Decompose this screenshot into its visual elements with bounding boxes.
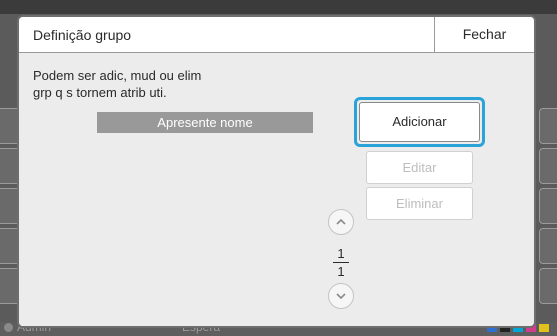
current-page: 1 (337, 246, 345, 261)
background-button (539, 108, 557, 144)
page-indicator: 1 1 (327, 246, 355, 279)
background-button (539, 268, 557, 304)
dialog-title: Definição grupo (33, 27, 132, 43)
description-line: Podem ser adic, mud ou elim (33, 68, 202, 83)
background-button (539, 188, 557, 224)
dialog-header: Definição grupo Fechar (19, 17, 534, 53)
chevron-down-icon (336, 293, 346, 300)
edit-button[interactable]: Editar (366, 151, 473, 184)
total-pages: 1 (337, 264, 345, 279)
dialog-body: Podem ser adic, mud ou elim grp q s torn… (19, 53, 534, 326)
scroll-down-button[interactable] (328, 283, 354, 309)
background-button (539, 228, 557, 264)
background-top-bar (0, 0, 557, 14)
background-button (539, 148, 557, 184)
scroll-up-button[interactable] (328, 209, 354, 235)
page-divider (333, 262, 349, 263)
delete-button[interactable]: Eliminar (366, 187, 473, 220)
chevron-up-icon (336, 218, 346, 225)
description-line: grp q s tornem atrib uti. (33, 85, 167, 100)
description: Podem ser adic, mud ou elim grp q s torn… (33, 67, 201, 101)
user-icon (4, 323, 13, 333)
add-button[interactable]: Adicionar (359, 102, 480, 142)
ink-level-yellow-icon (539, 324, 549, 332)
group-name-field[interactable]: Apresente nome (97, 112, 313, 133)
group-definition-dialog: Definição grupo Fechar Podem ser adic, m… (17, 15, 536, 328)
close-button[interactable]: Fechar (434, 17, 534, 52)
